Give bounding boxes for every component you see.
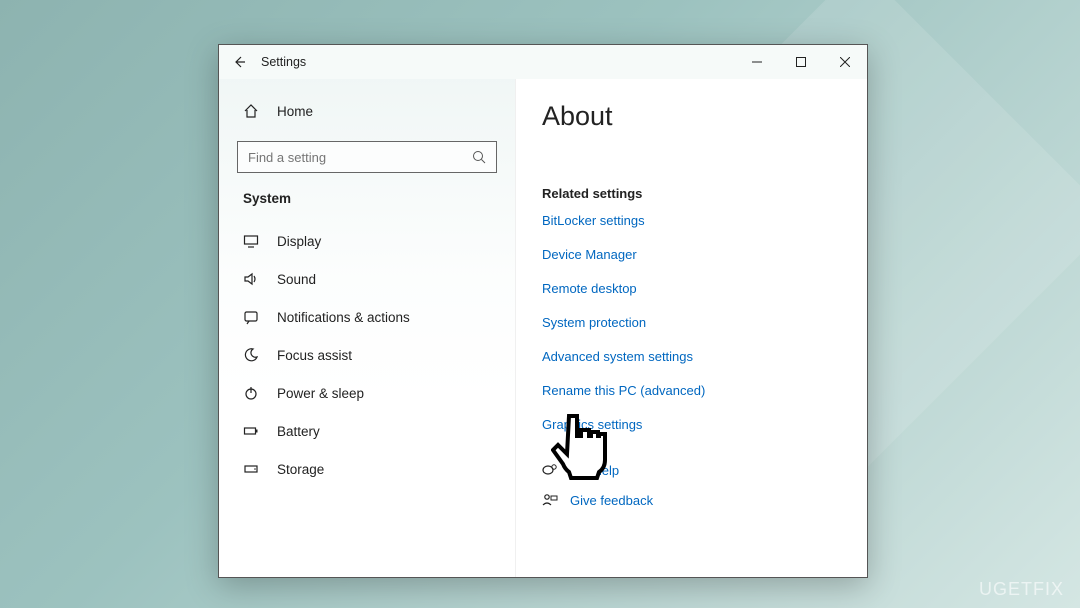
help-icon	[542, 462, 558, 478]
search-box[interactable]	[237, 141, 497, 173]
link-graphics-settings[interactable]: Graphics settings	[542, 417, 845, 432]
notifications-icon	[243, 309, 259, 325]
display-icon	[243, 233, 259, 249]
minimize-icon	[752, 57, 762, 67]
sidebar-item-label: Focus assist	[277, 348, 352, 363]
storage-icon	[243, 461, 259, 477]
sidebar-item-notifications[interactable]: Notifications & actions	[237, 298, 497, 336]
sidebar-item-storage[interactable]: Storage	[237, 450, 497, 488]
page-title: About	[542, 101, 845, 132]
feedback-icon	[542, 492, 558, 508]
back-arrow-icon	[232, 55, 246, 69]
sidebar-item-label: Power & sleep	[277, 386, 364, 401]
sidebar-item-label: Notifications & actions	[277, 310, 410, 325]
window-body: Home System Display Sound Notifications …	[219, 79, 867, 577]
home-nav[interactable]: Home	[237, 95, 497, 127]
sidebar-item-focus-assist[interactable]: Focus assist	[237, 336, 497, 374]
home-label: Home	[277, 104, 313, 119]
watermark: UGETFIX	[979, 579, 1064, 600]
minimize-button[interactable]	[735, 45, 779, 79]
sidebar-item-label: Battery	[277, 424, 320, 439]
power-icon	[243, 385, 259, 401]
settings-window: Settings Home System	[218, 44, 868, 578]
close-icon	[840, 57, 850, 67]
get-help-row[interactable]: Get help	[542, 462, 845, 478]
related-settings-heading: Related settings	[542, 186, 845, 201]
titlebar: Settings	[219, 45, 867, 79]
home-icon	[243, 103, 259, 119]
close-button[interactable]	[823, 45, 867, 79]
link-bitlocker[interactable]: BitLocker settings	[542, 213, 845, 228]
sidebar-item-label: Storage	[277, 462, 324, 477]
link-system-protection[interactable]: System protection	[542, 315, 845, 330]
give-feedback-row[interactable]: Give feedback	[542, 492, 845, 508]
sidebar-item-power[interactable]: Power & sleep	[237, 374, 497, 412]
sound-icon	[243, 271, 259, 287]
link-remote-desktop[interactable]: Remote desktop	[542, 281, 845, 296]
link-advanced-system-settings[interactable]: Advanced system settings	[542, 349, 845, 364]
search-icon	[472, 150, 486, 164]
maximize-icon	[796, 57, 806, 67]
link-device-manager[interactable]: Device Manager	[542, 247, 845, 262]
sidebar-item-sound[interactable]: Sound	[237, 260, 497, 298]
maximize-button[interactable]	[779, 45, 823, 79]
feedback-label: Give feedback	[570, 493, 653, 508]
battery-icon	[243, 423, 259, 439]
sidebar-item-label: Display	[277, 234, 321, 249]
sidebar-item-display[interactable]: Display	[237, 222, 497, 260]
sidebar-item-label: Sound	[277, 272, 316, 287]
sidebar-item-battery[interactable]: Battery	[237, 412, 497, 450]
sidebar: Home System Display Sound Notifications …	[219, 79, 515, 577]
help-label: Get help	[570, 463, 619, 478]
focus-assist-icon	[243, 347, 259, 363]
section-heading: System	[243, 191, 497, 206]
link-rename-pc-advanced[interactable]: Rename this PC (advanced)	[542, 383, 845, 398]
main-panel: About Related settings BitLocker setting…	[515, 79, 867, 577]
search-input[interactable]	[248, 150, 472, 165]
back-button[interactable]	[219, 55, 259, 69]
window-title: Settings	[261, 55, 306, 69]
